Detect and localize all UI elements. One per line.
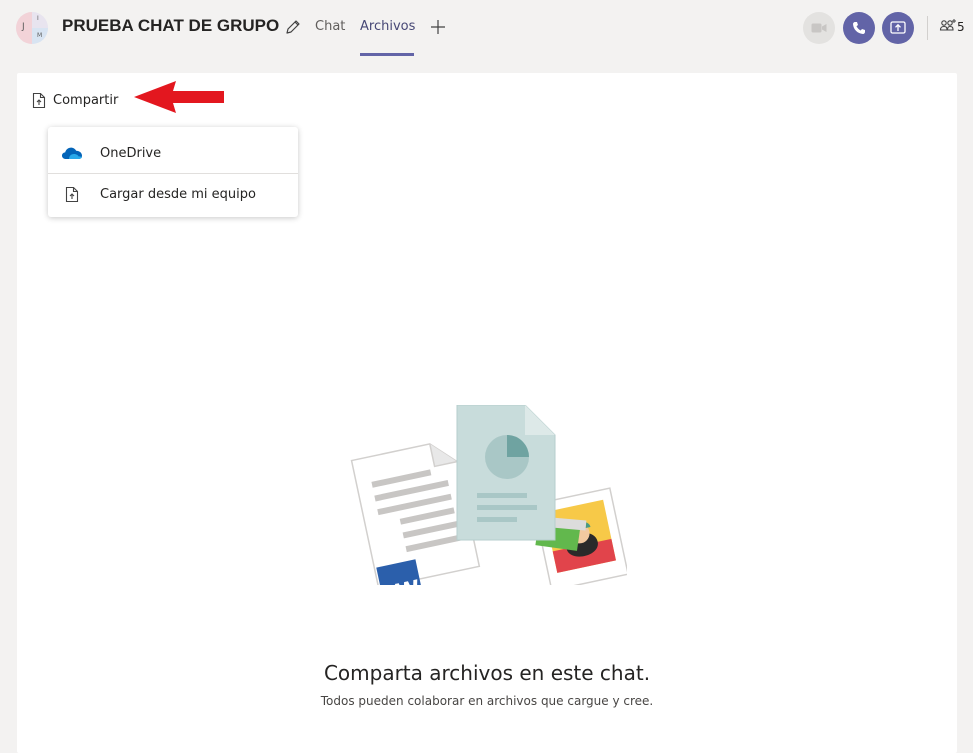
avatar-initial: J — [22, 22, 25, 32]
participants-icon[interactable] — [939, 18, 957, 36]
avatar-initial: I — [37, 15, 39, 22]
pencil-icon[interactable] — [284, 18, 302, 36]
screen-share-icon — [890, 21, 906, 34]
tab-chat[interactable]: Chat — [315, 19, 345, 34]
video-call-button[interactable] — [803, 12, 835, 44]
add-tab-icon[interactable] — [430, 19, 446, 35]
header-divider — [927, 16, 928, 40]
menu-item-label: Cargar desde mi equipo — [100, 186, 256, 202]
menu-item-label: OneDrive — [100, 145, 162, 161]
onedrive-icon — [60, 143, 84, 163]
menu-item-onedrive[interactable]: OneDrive — [48, 131, 298, 175]
files-tab-content: Compartir OneDrive Cargar desde mi equip… — [17, 73, 957, 753]
menu-item-upload-from-computer[interactable]: Cargar desde mi equipo — [48, 173, 298, 214]
audio-call-button[interactable] — [843, 12, 875, 44]
avatar-initial: M — [37, 32, 43, 39]
active-tab-indicator — [360, 53, 414, 56]
video-camera-icon — [811, 23, 827, 33]
red-arrow-annotation — [134, 81, 224, 113]
share-screen-button[interactable] — [882, 12, 914, 44]
share-dropdown-menu: OneDrive Cargar desde mi equipo — [48, 127, 298, 217]
participant-count: 5 — [957, 20, 965, 34]
tab-archivos[interactable]: Archivos — [360, 19, 415, 34]
upload-file-icon — [32, 92, 46, 108]
chat-header: J I M PRUEBA CHAT DE GRUPO Chat Archivos — [0, 0, 973, 56]
chat-title: PRUEBA CHAT DE GRUPO — [62, 16, 280, 35]
empty-state-title: Comparta archivos en este chat. — [323, 661, 651, 685]
upload-file-icon — [60, 184, 84, 204]
files-illustration: W — [350, 405, 627, 585]
phone-icon — [853, 22, 865, 34]
share-button-label: Compartir — [53, 92, 119, 108]
share-button[interactable]: Compartir — [32, 90, 118, 110]
empty-state-subtitle: Todos pueden colaborar en archivos que c… — [320, 694, 654, 708]
group-avatar[interactable]: J I M — [16, 12, 48, 44]
